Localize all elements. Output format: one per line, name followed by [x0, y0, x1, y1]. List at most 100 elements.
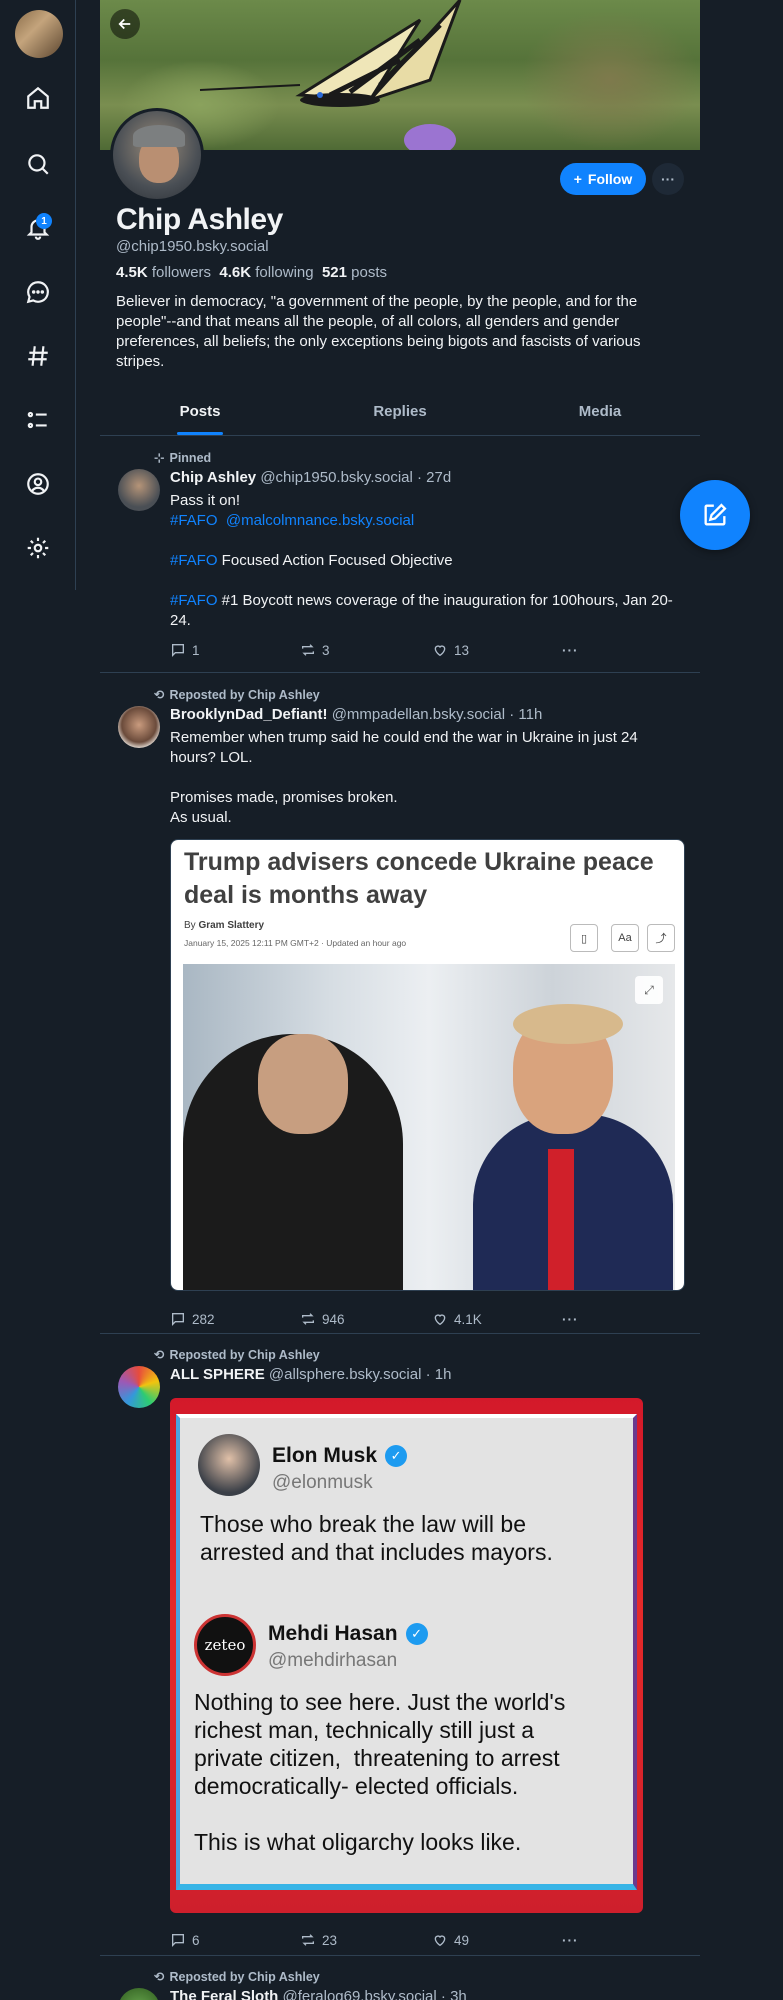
repost-button[interactable]: 946 — [300, 1311, 345, 1327]
profile-display-name: Chip Ashley — [116, 203, 283, 236]
post-more-button[interactable]: ··· — [562, 1933, 579, 1948]
post-item[interactable]: ⟲ Reposted by Chip Ashley BrooklynDad_De… — [100, 673, 700, 1334]
profile-bio: Believer in democracy, "a government of … — [116, 293, 641, 370]
reply-button[interactable]: 6 — [170, 1932, 200, 1948]
post-image[interactable]: Trump advisers concede Ukraine peace dea… — [170, 839, 685, 1291]
tweet-author-name: Elon Musk ✓ — [272, 1444, 408, 1468]
hashtag-link[interactable]: #FAFO — [170, 592, 218, 609]
post-actions: 282 946 4.1K ··· — [170, 1309, 590, 1329]
tweet-author-name: Mehdi Hasan ✓ — [268, 1622, 428, 1646]
list-icon[interactable] — [22, 404, 54, 436]
follow-button[interactable]: + Follow — [560, 163, 646, 195]
like-button[interactable]: 4.1K — [432, 1311, 482, 1327]
notification-badge: 1 — [36, 213, 52, 229]
tweet-author-handle: @mehdirhasan — [268, 1650, 398, 1671]
post-time[interactable]: · 27d — [417, 469, 451, 486]
post-item[interactable]: ⟲ Reposted by Chip Ashley The Feral Slot… — [100, 1956, 700, 2000]
post-item[interactable]: ⊹ Pinned Chip Ashley @chip1950.bsky.soci… — [100, 437, 700, 673]
article-photo: ⤢ — [183, 964, 675, 1290]
profile-more-button[interactable]: ··· — [652, 163, 684, 195]
profile-main: + Follow ··· Chip Ashley @chip1950.bsky.… — [100, 0, 700, 2000]
post-item[interactable]: ⟲ Reposted by Chip Ashley ALL SPHERE @al… — [100, 1334, 700, 1956]
like-button[interactable]: 49 — [432, 1932, 469, 1948]
post-author-avatar[interactable] — [118, 1988, 160, 2000]
repost-icon — [302, 644, 314, 656]
post-time[interactable]: · 3h — [441, 1988, 467, 2000]
post-header: Chip Ashley @chip1950.bsky.social · 27d — [170, 469, 451, 486]
compose-button[interactable] — [680, 480, 750, 550]
hashtag-link[interactable]: #FAFO — [170, 512, 218, 529]
post-author-handle[interactable]: @allsphere.bsky.social — [269, 1366, 422, 1383]
repost-icon: ⟲ — [154, 1970, 165, 1984]
pinned-meta: ⊹ Pinned — [154, 450, 212, 466]
hashtag-link[interactable]: #FAFO — [170, 552, 218, 569]
person-icon[interactable] — [22, 468, 54, 500]
article-title: Trump advisers concede Ukraine peace dea… — [184, 848, 654, 909]
home-icon[interactable] — [22, 82, 54, 114]
post-actions: 1 3 13 ··· — [170, 640, 590, 660]
profile-stats: 4.5K followers 4.6K following 521 posts — [116, 264, 387, 281]
tab-replies[interactable]: Replies — [300, 390, 500, 435]
post-author-handle[interactable]: @feralog69.bsky.social — [283, 1988, 437, 2000]
following-label[interactable]: following — [255, 264, 313, 281]
repost-icon — [302, 1934, 314, 1946]
reply-icon — [172, 644, 184, 657]
reply-icon — [172, 1934, 184, 1947]
post-author-avatar[interactable] — [118, 1366, 160, 1408]
posts-count: 521 — [321, 264, 347, 281]
following-count[interactable]: 4.6K — [219, 264, 251, 281]
profile-avatar[interactable] — [110, 108, 204, 202]
post-author-name[interactable]: The Feral Sloth — [170, 1988, 278, 2000]
repost-meta: ⟲ Reposted by Chip Ashley — [154, 1969, 320, 1985]
heart-icon — [434, 1314, 446, 1326]
pin-icon: ⊹ — [154, 451, 165, 465]
reply-icon — [172, 1313, 184, 1326]
post-time[interactable]: · 1h — [426, 1366, 452, 1383]
reply-button[interactable]: 282 — [170, 1311, 215, 1327]
back-button[interactable] — [110, 9, 140, 39]
post-text: Pass it on! #FAFO @malcolmnance.bsky.soc… — [170, 492, 673, 629]
post-text: Remember when trump said he could end th… — [170, 729, 638, 826]
news-article-screenshot: Trump advisers concede Ukraine peace dea… — [171, 840, 684, 1290]
followers-label[interactable]: followers — [152, 264, 211, 281]
post-author-handle[interactable]: @mmpadellan.bsky.social — [332, 706, 505, 723]
posts-label: posts — [351, 264, 388, 281]
tab-posts[interactable]: Posts — [100, 390, 300, 435]
post-more-button[interactable]: ··· — [562, 1312, 579, 1327]
gear-icon[interactable] — [22, 532, 54, 564]
tweet-avatar — [198, 1434, 260, 1496]
post-author-name[interactable]: BrooklynDad_Defiant! — [170, 706, 328, 723]
tweet-text: Nothing to see here. Just the world's ri… — [194, 1689, 566, 1855]
post-author-name[interactable]: Chip Ashley — [170, 469, 256, 486]
tab-media[interactable]: Media — [500, 390, 700, 435]
post-image[interactable]: Elon Musk ✓ @elonmusk Those who break the… — [170, 1398, 643, 1913]
article-byline: By Gram Slattery — [184, 920, 265, 931]
hashtag-icon[interactable] — [22, 340, 54, 372]
share-icon: ⤴ — [647, 924, 675, 952]
plus-icon: + — [573, 171, 582, 187]
post-author-name[interactable]: ALL SPHERE — [170, 1366, 265, 1383]
post-header: BrooklynDad_Defiant! @mmpadellan.bsky.so… — [170, 706, 542, 723]
post-more-button[interactable]: ··· — [562, 643, 579, 658]
profile-tabs: Posts Replies Media — [100, 390, 700, 436]
followers-count[interactable]: 4.5K — [116, 264, 148, 281]
compose-icon — [704, 503, 727, 526]
mention-link[interactable]: @malcolmnance.bsky.social — [226, 512, 414, 529]
repost-button[interactable]: 23 — [300, 1932, 337, 1948]
expand-icon: ⤢ — [635, 976, 663, 1004]
search-icon[interactable] — [22, 148, 54, 180]
chat-icon[interactable] — [22, 276, 54, 308]
like-button[interactable]: 13 — [432, 642, 469, 658]
tweet-avatar: zeteo — [194, 1614, 256, 1676]
tweet-text: Those who break the law will be arrested… — [200, 1511, 553, 1565]
post-author-avatar[interactable] — [118, 706, 160, 748]
post-time[interactable]: · 11h — [509, 706, 542, 723]
post-author-handle[interactable]: @chip1950.bsky.social — [260, 469, 413, 486]
reply-button[interactable]: 1 — [170, 642, 200, 658]
quoted-tweets-screenshot: Elon Musk ✓ @elonmusk Those who break the… — [176, 1414, 637, 1890]
verified-icon: ✓ — [405, 1623, 428, 1645]
user-avatar[interactable] — [15, 10, 63, 58]
repost-button[interactable]: 3 — [300, 642, 330, 658]
post-actions: 6 23 49 ··· — [170, 1930, 590, 1950]
post-author-avatar[interactable] — [118, 469, 160, 511]
